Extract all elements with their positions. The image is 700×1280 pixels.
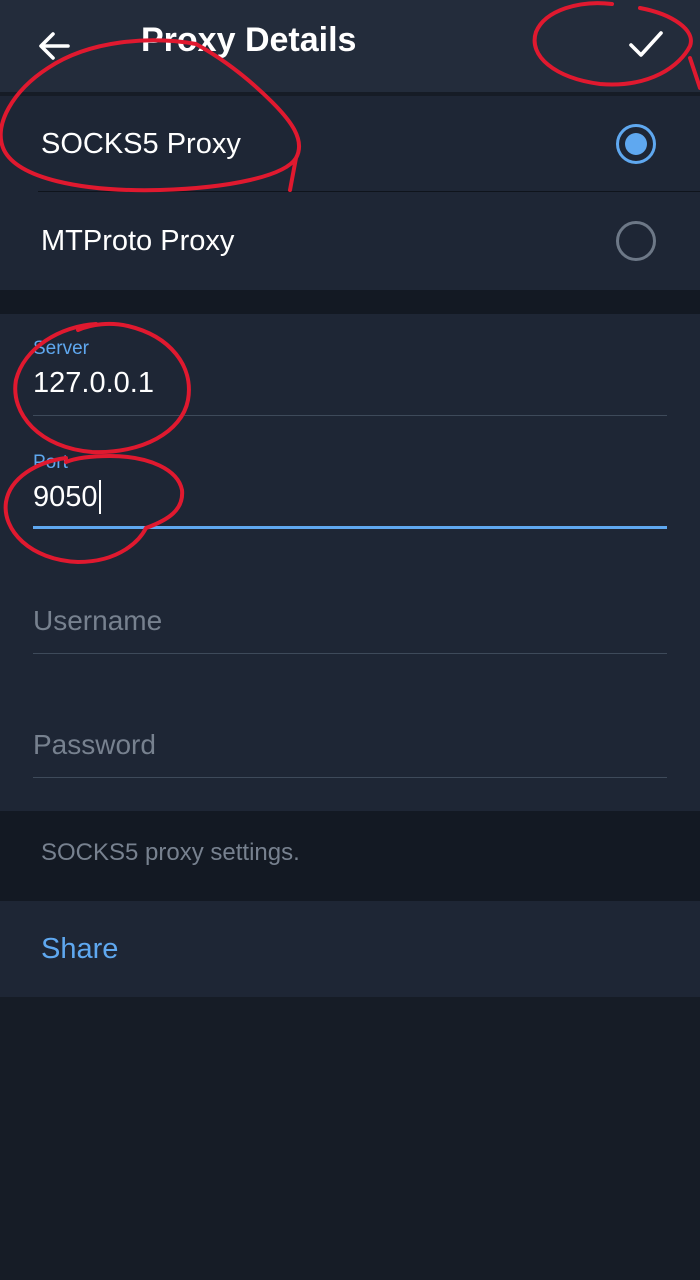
port-value: 9050: [33, 481, 98, 513]
server-label: Server: [33, 338, 89, 359]
save-button[interactable]: [616, 14, 676, 74]
port-label: Port: [33, 452, 68, 473]
port-underline: [33, 526, 667, 529]
proxy-details-screen: Proxy Details SOCKS5 Proxy MTProto Proxy…: [0, 0, 700, 1280]
proxy-type-list: SOCKS5 Proxy MTProto Proxy: [0, 96, 700, 290]
info-section: SOCKS5 proxy settings.: [0, 811, 700, 901]
info-text: SOCKS5 proxy settings.: [41, 839, 300, 866]
radio-button-selected[interactable]: [616, 124, 656, 164]
back-button[interactable]: [26, 18, 82, 74]
username-field[interactable]: Username: [33, 604, 667, 656]
app-bar: Proxy Details: [0, 0, 700, 92]
proxy-type-label: SOCKS5 Proxy: [41, 128, 241, 160]
password-field[interactable]: Password: [33, 728, 667, 780]
radio-button-unselected[interactable]: [616, 221, 656, 261]
share-label: Share: [41, 933, 119, 965]
share-button[interactable]: Share: [0, 901, 700, 997]
port-field[interactable]: Port 9050: [33, 452, 667, 532]
server-input[interactable]: 127.0.0.1: [33, 366, 667, 400]
divider: [38, 191, 700, 192]
password-underline: [33, 777, 667, 778]
page-title: Proxy Details: [141, 21, 357, 59]
proxy-type-socks5[interactable]: SOCKS5 Proxy: [0, 96, 700, 192]
arrow-left-icon: [39, 32, 70, 60]
username-underline: [33, 653, 667, 654]
server-underline: [33, 415, 667, 416]
checkmark-icon: [629, 31, 663, 57]
port-input[interactable]: 9050: [33, 480, 667, 514]
proxy-form: Server 127.0.0.1 Port 9050 Username Pass…: [0, 314, 700, 811]
server-field[interactable]: Server 127.0.0.1: [33, 338, 667, 418]
username-input[interactable]: Username: [33, 604, 667, 638]
text-cursor: [98, 480, 101, 514]
proxy-type-mtproto[interactable]: MTProto Proxy: [0, 193, 700, 289]
password-input[interactable]: Password: [33, 728, 667, 762]
proxy-type-label: MTProto Proxy: [41, 225, 235, 257]
section-gap: [0, 290, 700, 314]
